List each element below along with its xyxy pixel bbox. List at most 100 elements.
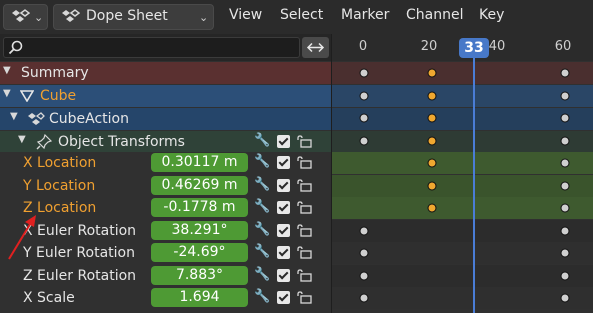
lock-icon[interactable]: [295, 269, 313, 282]
menu-key[interactable]: Key: [479, 7, 504, 23]
chevron-down-icon[interactable]: ▼: [18, 134, 26, 145]
playhead-line[interactable]: [473, 58, 475, 313]
keyframe[interactable]: [560, 68, 570, 78]
keyframe[interactable]: [359, 271, 369, 281]
channel-group-object-transforms[interactable]: ▼ Object Transforms 🔧: [0, 131, 331, 152]
keyframe[interactable]: [560, 203, 570, 213]
wrench-icon[interactable]: 🔧: [254, 222, 270, 237]
keyframe[interactable]: [427, 203, 437, 213]
wrench-icon[interactable]: 🔧: [254, 267, 270, 282]
track-group[interactable]: [331, 131, 593, 152]
wrench-icon[interactable]: 🔧: [254, 244, 270, 259]
mute-checkbox[interactable]: [277, 135, 290, 148]
lock-icon[interactable]: [295, 291, 313, 304]
mute-checkbox[interactable]: [277, 156, 290, 169]
mute-checkbox[interactable]: [277, 291, 290, 304]
fcurve-value-field[interactable]: 7.883°: [151, 266, 248, 285]
keyframe[interactable]: [359, 248, 369, 258]
mute-checkbox[interactable]: [277, 179, 290, 192]
wrench-icon[interactable]: 🔧: [254, 154, 270, 169]
wrench-icon[interactable]: 🔧: [254, 177, 270, 192]
keyframe[interactable]: [560, 136, 570, 146]
fcurve-value-field[interactable]: 0.30117 m: [151, 153, 248, 172]
channel-summary[interactable]: ▼ Summary: [0, 62, 331, 84]
keyframe[interactable]: [359, 293, 369, 303]
keyframe[interactable]: [560, 293, 570, 303]
wrench-icon[interactable]: 🔧: [254, 133, 270, 148]
channel-z-location[interactable]: Z Location -0.1778 m 🔧: [0, 197, 331, 219]
channel-object-cube[interactable]: ▼ Cube: [0, 85, 331, 107]
track-summary[interactable]: [331, 62, 593, 84]
keyframe[interactable]: [560, 181, 570, 191]
panel-divider[interactable]: [331, 34, 332, 313]
keyframe[interactable]: [560, 91, 570, 101]
keyframe[interactable]: [427, 136, 437, 146]
keyframe[interactable]: [359, 136, 369, 146]
chevron-down-icon[interactable]: ▼: [3, 88, 11, 99]
chevron-down-icon[interactable]: ▼: [10, 111, 18, 122]
keyframe[interactable]: [560, 248, 570, 258]
mute-checkbox[interactable]: [277, 224, 290, 237]
keyframe[interactable]: [359, 226, 369, 236]
keyframe[interactable]: [560, 226, 570, 236]
lock-icon[interactable]: [295, 156, 313, 169]
keyframe[interactable]: [560, 113, 570, 123]
menu-view[interactable]: View: [229, 7, 262, 23]
keyframe[interactable]: [359, 68, 369, 78]
track-y-euler-rotation[interactable]: [331, 242, 593, 264]
track-x-scale[interactable]: [331, 287, 593, 309]
keyframe[interactable]: [427, 181, 437, 191]
keyframe[interactable]: [560, 271, 570, 281]
track-object[interactable]: [331, 85, 593, 107]
fcurve-value-field[interactable]: 0.46269 m: [151, 176, 248, 195]
keyframe[interactable]: [359, 113, 369, 123]
fcurve-value-field[interactable]: -24.69°: [151, 243, 248, 262]
wrench-icon[interactable]: 🔧: [254, 199, 270, 214]
channel-x-scale[interactable]: X Scale 1.694 🔧: [0, 287, 331, 309]
fcurve-label: X Location: [23, 155, 97, 171]
keyframe[interactable]: [427, 91, 437, 101]
lock-icon[interactable]: [295, 179, 313, 192]
channel-z-euler-rotation[interactable]: Z Euler Rotation 7.883° 🔧: [0, 265, 331, 287]
editor-header: ⌄ Dope Sheet ⌄ View Select Marker Channe…: [0, 0, 593, 34]
menu-select[interactable]: Select: [280, 7, 323, 23]
fcurve-value-field[interactable]: -0.1778 m: [151, 198, 248, 217]
channel-x-location[interactable]: X Location 0.30117 m 🔧: [0, 152, 331, 174]
channel-y-euler-rotation[interactable]: Y Euler Rotation -24.69° 🔧: [0, 242, 331, 264]
keyframe[interactable]: [560, 158, 570, 168]
fcurve-label: Y Location: [23, 178, 96, 194]
current-frame-indicator[interactable]: 33: [459, 38, 489, 58]
keyframe[interactable]: [427, 158, 437, 168]
sync-visible-range-button[interactable]: [302, 37, 329, 58]
keyframe[interactable]: [427, 68, 437, 78]
chevron-down-icon[interactable]: ▼: [3, 65, 11, 76]
lock-icon[interactable]: [295, 135, 313, 148]
menu-channel[interactable]: Channel: [406, 7, 463, 23]
channel-action[interactable]: ▼ CubeAction: [0, 108, 331, 130]
wrench-icon[interactable]: 🔧: [254, 289, 270, 304]
track-y-location[interactable]: [331, 175, 593, 197]
menu-marker[interactable]: Marker: [341, 7, 389, 23]
lock-icon[interactable]: [295, 246, 313, 259]
track-z-euler-rotation[interactable]: [331, 265, 593, 287]
horizontal-arrows-icon: [306, 42, 325, 53]
keyframe[interactable]: [359, 91, 369, 101]
channel-y-location[interactable]: Y Location 0.46269 m 🔧: [0, 175, 331, 197]
editor-type-selector[interactable]: ⌄: [3, 4, 48, 30]
fcurve-value-field[interactable]: 38.291°: [151, 221, 248, 240]
mute-checkbox[interactable]: [277, 269, 290, 282]
track-z-location[interactable]: [331, 197, 593, 219]
fcurve-value-field[interactable]: 1.694: [151, 288, 248, 307]
mode-dropdown[interactable]: Dope Sheet ⌄: [53, 4, 214, 30]
channel-x-euler-rotation[interactable]: X Euler Rotation 38.291° 🔧: [0, 220, 331, 242]
track-x-location[interactable]: [331, 152, 593, 174]
mute-checkbox[interactable]: [277, 246, 290, 259]
dope-sheet-editor-icon: [12, 9, 30, 22]
lock-icon[interactable]: [295, 224, 313, 237]
lock-icon[interactable]: [295, 201, 313, 214]
track-action[interactable]: [331, 108, 593, 130]
keyframe[interactable]: [427, 113, 437, 123]
search-input[interactable]: [3, 37, 300, 58]
track-x-euler-rotation[interactable]: [331, 220, 593, 242]
mute-checkbox[interactable]: [277, 201, 290, 214]
